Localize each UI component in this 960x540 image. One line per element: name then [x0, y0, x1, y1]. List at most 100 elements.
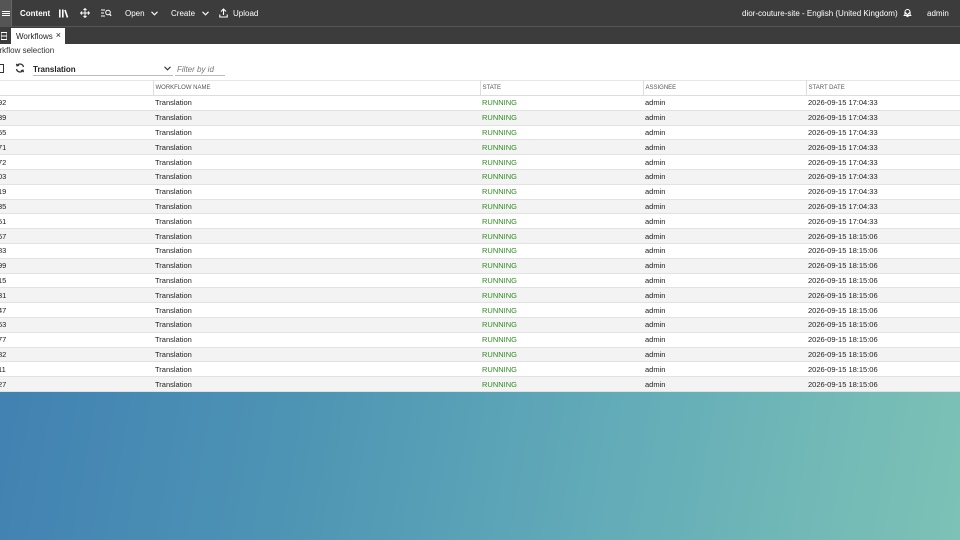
filter-by-id-input[interactable]: [175, 63, 225, 76]
cell-id: 19: [0, 184, 153, 200]
cell-assignee: admin: [643, 199, 806, 215]
cell-assignee: admin: [643, 317, 806, 333]
upload-button[interactable]: Upload: [219, 0, 258, 26]
grid-icon: [1, 31, 7, 40]
cell-id: 82: [0, 347, 153, 363]
column-header-start-date[interactable]: START DATE: [806, 80, 960, 96]
cell-start-date: 2026-09-15 18:15:06: [806, 332, 960, 348]
table-row[interactable]: 71TranslationRUNNINGadmin2026-09-15 17:0…: [0, 139, 960, 156]
cell-state: RUNNING: [480, 199, 643, 215]
cell-assignee: admin: [643, 332, 806, 348]
move-button[interactable]: [80, 0, 90, 26]
chevron-down-icon: [150, 10, 158, 16]
cell-state: RUNNING: [480, 243, 643, 259]
cell-workflow-name: Translation: [153, 110, 480, 126]
menu-icon: [1, 12, 10, 14]
workflow-table: WORKFLOW NAME STATE ASSIGNEE START DATE …: [0, 80, 960, 392]
cell-assignee: admin: [643, 376, 806, 392]
column-header-id[interactable]: [0, 80, 154, 96]
cell-start-date: 2026-09-15 18:15:06: [806, 302, 960, 318]
tab-workflows[interactable]: Workflows ×: [11, 28, 65, 44]
open-menu[interactable]: Open: [125, 0, 158, 26]
cell-workflow-name: Translation: [153, 302, 480, 318]
table-row[interactable]: 63TranslationRUNNINGadmin2026-09-15 18:1…: [0, 317, 960, 333]
document-icon[interactable]: [0, 64, 4, 73]
column-header-workflow-name[interactable]: WORKFLOW NAME: [153, 80, 481, 96]
cell-start-date: 2026-09-15 17:04:33: [806, 169, 960, 185]
search-list-icon: [101, 9, 112, 17]
cell-workflow-name: Translation: [153, 317, 480, 333]
cell-state: RUNNING: [480, 228, 643, 244]
table-row[interactable]: 99TranslationRUNNINGadmin2026-09-15 18:1…: [0, 258, 960, 274]
cell-id: 35: [0, 199, 153, 215]
cell-start-date: 2026-09-15 18:15:06: [806, 361, 960, 378]
cell-id: 03: [0, 169, 153, 185]
user-name: admin: [927, 8, 949, 18]
cell-assignee: admin: [643, 125, 806, 141]
table-row[interactable]: 51TranslationRUNNINGadmin2026-09-15 17:0…: [0, 213, 960, 230]
cell-workflow-name: Translation: [153, 361, 480, 378]
table-row[interactable]: 27TranslationRUNNINGadmin2026-09-15 18:1…: [0, 376, 960, 392]
cell-state: RUNNING: [480, 287, 643, 304]
site-locale-selector[interactable]: dior-couture-site - English (United King…: [742, 0, 911, 26]
cell-workflow-name: Translation: [153, 347, 480, 363]
cell-workflow-name: Translation: [153, 95, 480, 111]
cell-workflow-name: Translation: [153, 213, 480, 230]
table-row[interactable]: 47TranslationRUNNINGadmin2026-09-15 18:1…: [0, 302, 960, 318]
close-icon[interactable]: ×: [56, 31, 61, 40]
cell-start-date: 2026-09-15 17:04:33: [806, 184, 960, 200]
cell-assignee: admin: [643, 110, 806, 126]
cell-start-date: 2026-09-15 18:15:06: [806, 243, 960, 259]
table-row[interactable]: 19TranslationRUNNINGadmin2026-09-15 17:0…: [0, 184, 960, 200]
search-list-button[interactable]: [100, 0, 112, 26]
cell-assignee: admin: [643, 287, 806, 304]
column-header-assignee[interactable]: ASSIGNEE: [643, 80, 807, 96]
cell-state: RUNNING: [480, 139, 643, 156]
cell-id: 51: [0, 213, 153, 230]
cell-id: 72: [0, 154, 153, 170]
tab-grid-button[interactable]: [0, 27, 8, 44]
content-menu[interactable]: Content: [20, 0, 50, 26]
table-row[interactable]: 77TranslationRUNNINGadmin2026-09-15 18:1…: [0, 332, 960, 348]
chevron-down-icon: [164, 66, 171, 71]
cell-id: 39: [0, 110, 153, 126]
user-menu[interactable]: admin: [927, 0, 949, 26]
cell-assignee: admin: [643, 139, 806, 156]
table-row[interactable]: 15TranslationRUNNINGadmin2026-09-15 18:1…: [0, 273, 960, 289]
cell-id: 63: [0, 317, 153, 333]
table-row[interactable]: 83TranslationRUNNINGadmin2026-09-15 18:1…: [0, 243, 960, 259]
table-row[interactable]: 35TranslationRUNNINGadmin2026-09-15 17:0…: [0, 199, 960, 215]
cell-id: 92: [0, 95, 153, 111]
cell-state: RUNNING: [480, 95, 643, 111]
cell-state: RUNNING: [480, 125, 643, 141]
cell-assignee: admin: [643, 302, 806, 318]
table-row[interactable]: 55TranslationRUNNINGadmin2026-09-15 17:0…: [0, 125, 960, 141]
cell-assignee: admin: [643, 361, 806, 378]
cell-workflow-name: Translation: [153, 154, 480, 170]
workflow-select[interactable]: Translation: [33, 63, 173, 76]
cell-assignee: admin: [643, 184, 806, 200]
create-menu[interactable]: Create: [171, 0, 209, 26]
cell-start-date: 2026-09-15 18:15:06: [806, 347, 960, 363]
table-row[interactable]: 31TranslationRUNNINGadmin2026-09-15 18:1…: [0, 287, 960, 304]
cell-workflow-name: Translation: [153, 169, 480, 185]
table-row[interactable]: 11TranslationRUNNINGadmin2026-09-15 18:1…: [0, 361, 960, 378]
menu-button[interactable]: [0, 0, 11, 26]
table-row[interactable]: 92TranslationRUNNINGadmin2026-09-15 17:0…: [0, 95, 960, 111]
refresh-icon[interactable]: [15, 63, 25, 73]
tab-label: Workflows: [16, 31, 53, 41]
cell-state: RUNNING: [480, 347, 643, 363]
table-row[interactable]: 67TranslationRUNNINGadmin2026-09-15 18:1…: [0, 228, 960, 244]
table-row[interactable]: 03TranslationRUNNINGadmin2026-09-15 17:0…: [0, 169, 960, 185]
table-row[interactable]: 39TranslationRUNNINGadmin2026-09-15 17:0…: [0, 110, 960, 126]
cell-assignee: admin: [643, 213, 806, 230]
cell-id: 99: [0, 258, 153, 274]
cell-id: 83: [0, 243, 153, 259]
library-button[interactable]: [58, 0, 69, 26]
cell-workflow-name: Translation: [153, 139, 480, 156]
table-row[interactable]: 82TranslationRUNNINGadmin2026-09-15 18:1…: [0, 347, 960, 363]
notifications-button[interactable]: [903, 0, 912, 26]
table-row[interactable]: 72TranslationRUNNINGadmin2026-09-15 17:0…: [0, 154, 960, 170]
workflow-select-value: Translation: [33, 64, 76, 74]
column-header-state[interactable]: STATE: [480, 80, 644, 96]
